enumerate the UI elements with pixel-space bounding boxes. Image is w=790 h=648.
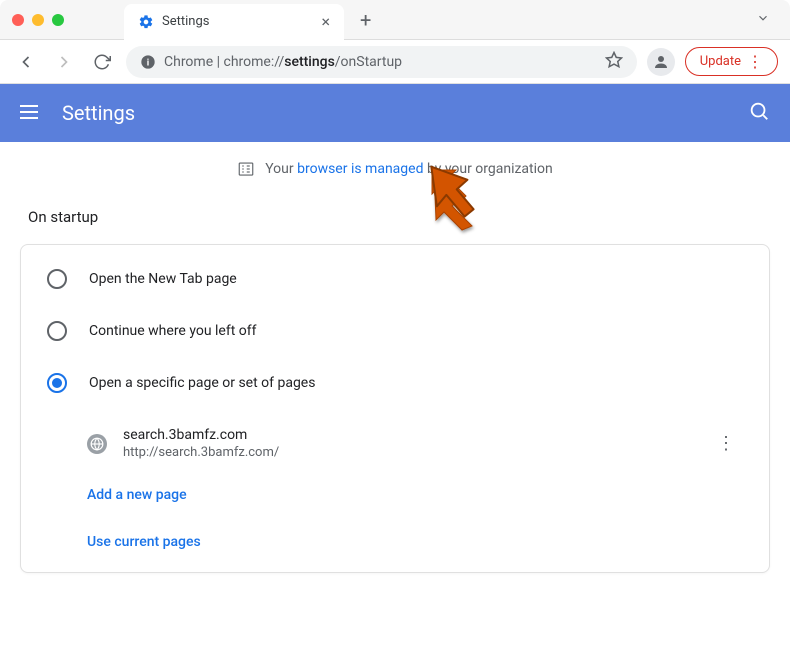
radio-new-tab[interactable]: Open the New Tab page xyxy=(21,253,769,305)
radio-label: Open the New Tab page xyxy=(89,271,237,287)
radio-label: Continue where you left off xyxy=(89,323,257,339)
close-tab-button[interactable]: × xyxy=(321,12,330,31)
radio-specific-pages[interactable]: Open a specific page or set of pages xyxy=(21,357,769,409)
settings-header: Settings xyxy=(0,84,790,142)
profile-button[interactable] xyxy=(647,48,675,76)
use-current-link[interactable]: Use current pages xyxy=(87,534,201,550)
managed-link[interactable]: browser is managed xyxy=(297,161,423,177)
startup-card: Open the New Tab page Continue where you… xyxy=(20,244,770,573)
page-info: search.3bamfz.com http://search.3bamfz.c… xyxy=(123,427,693,460)
startup-pages-list: search.3bamfz.com http://search.3bamfz.c… xyxy=(21,409,769,564)
page-url: http://search.3bamfz.com/ xyxy=(123,445,693,460)
gear-icon xyxy=(138,14,154,30)
browser-toolbar: i Chrome | chrome://settings/onStartup U… xyxy=(0,40,790,84)
forward-button[interactable] xyxy=(50,48,78,76)
close-window-button[interactable] xyxy=(12,14,24,26)
tabs-dropdown-button[interactable] xyxy=(748,5,778,34)
new-tab-button[interactable]: + xyxy=(356,4,375,36)
minimize-window-button[interactable] xyxy=(32,14,44,26)
section-title: On startup xyxy=(28,208,770,226)
add-page-link[interactable]: Add a new page xyxy=(87,487,187,503)
menu-dots-icon: ⋮ xyxy=(747,52,763,71)
bookmark-star-icon[interactable] xyxy=(605,51,623,73)
managed-text: Your browser is managed by your organiza… xyxy=(265,161,553,177)
url-text: Chrome | chrome://settings/onStartup xyxy=(164,54,402,70)
browser-tab[interactable]: Settings × xyxy=(124,4,344,40)
update-button[interactable]: Update ⋮ xyxy=(685,47,778,76)
radio-icon xyxy=(47,373,67,393)
startup-page-item: search.3bamfz.com http://search.3bamfz.c… xyxy=(87,417,769,470)
radio-icon xyxy=(47,269,67,289)
reload-button[interactable] xyxy=(88,48,116,76)
window-controls xyxy=(12,14,64,26)
menu-button[interactable] xyxy=(20,101,44,125)
page-domain: search.3bamfz.com xyxy=(123,427,693,443)
content-area: Your browser is managed by your organiza… xyxy=(0,142,790,613)
radio-icon xyxy=(47,321,67,341)
page-menu-button[interactable]: ⋮ xyxy=(709,429,743,458)
organization-icon xyxy=(237,160,255,178)
page-title: Settings xyxy=(62,101,135,125)
managed-banner: Your browser is managed by your organiza… xyxy=(20,142,770,196)
maximize-window-button[interactable] xyxy=(52,14,64,26)
window-titlebar: Settings × + xyxy=(0,0,790,40)
radio-continue[interactable]: Continue where you left off xyxy=(21,305,769,357)
add-page-row: Add a new page xyxy=(87,470,769,517)
search-button[interactable] xyxy=(748,100,770,126)
update-label: Update xyxy=(700,54,741,69)
address-bar[interactable]: i Chrome | chrome://settings/onStartup xyxy=(126,46,637,78)
tab-title: Settings xyxy=(162,14,209,29)
back-button[interactable] xyxy=(12,48,40,76)
radio-label: Open a specific page or set of pages xyxy=(89,375,315,391)
globe-icon xyxy=(87,434,107,454)
svg-text:i: i xyxy=(147,57,149,68)
use-current-row: Use current pages xyxy=(87,517,769,564)
site-info-icon[interactable]: i xyxy=(140,54,156,70)
